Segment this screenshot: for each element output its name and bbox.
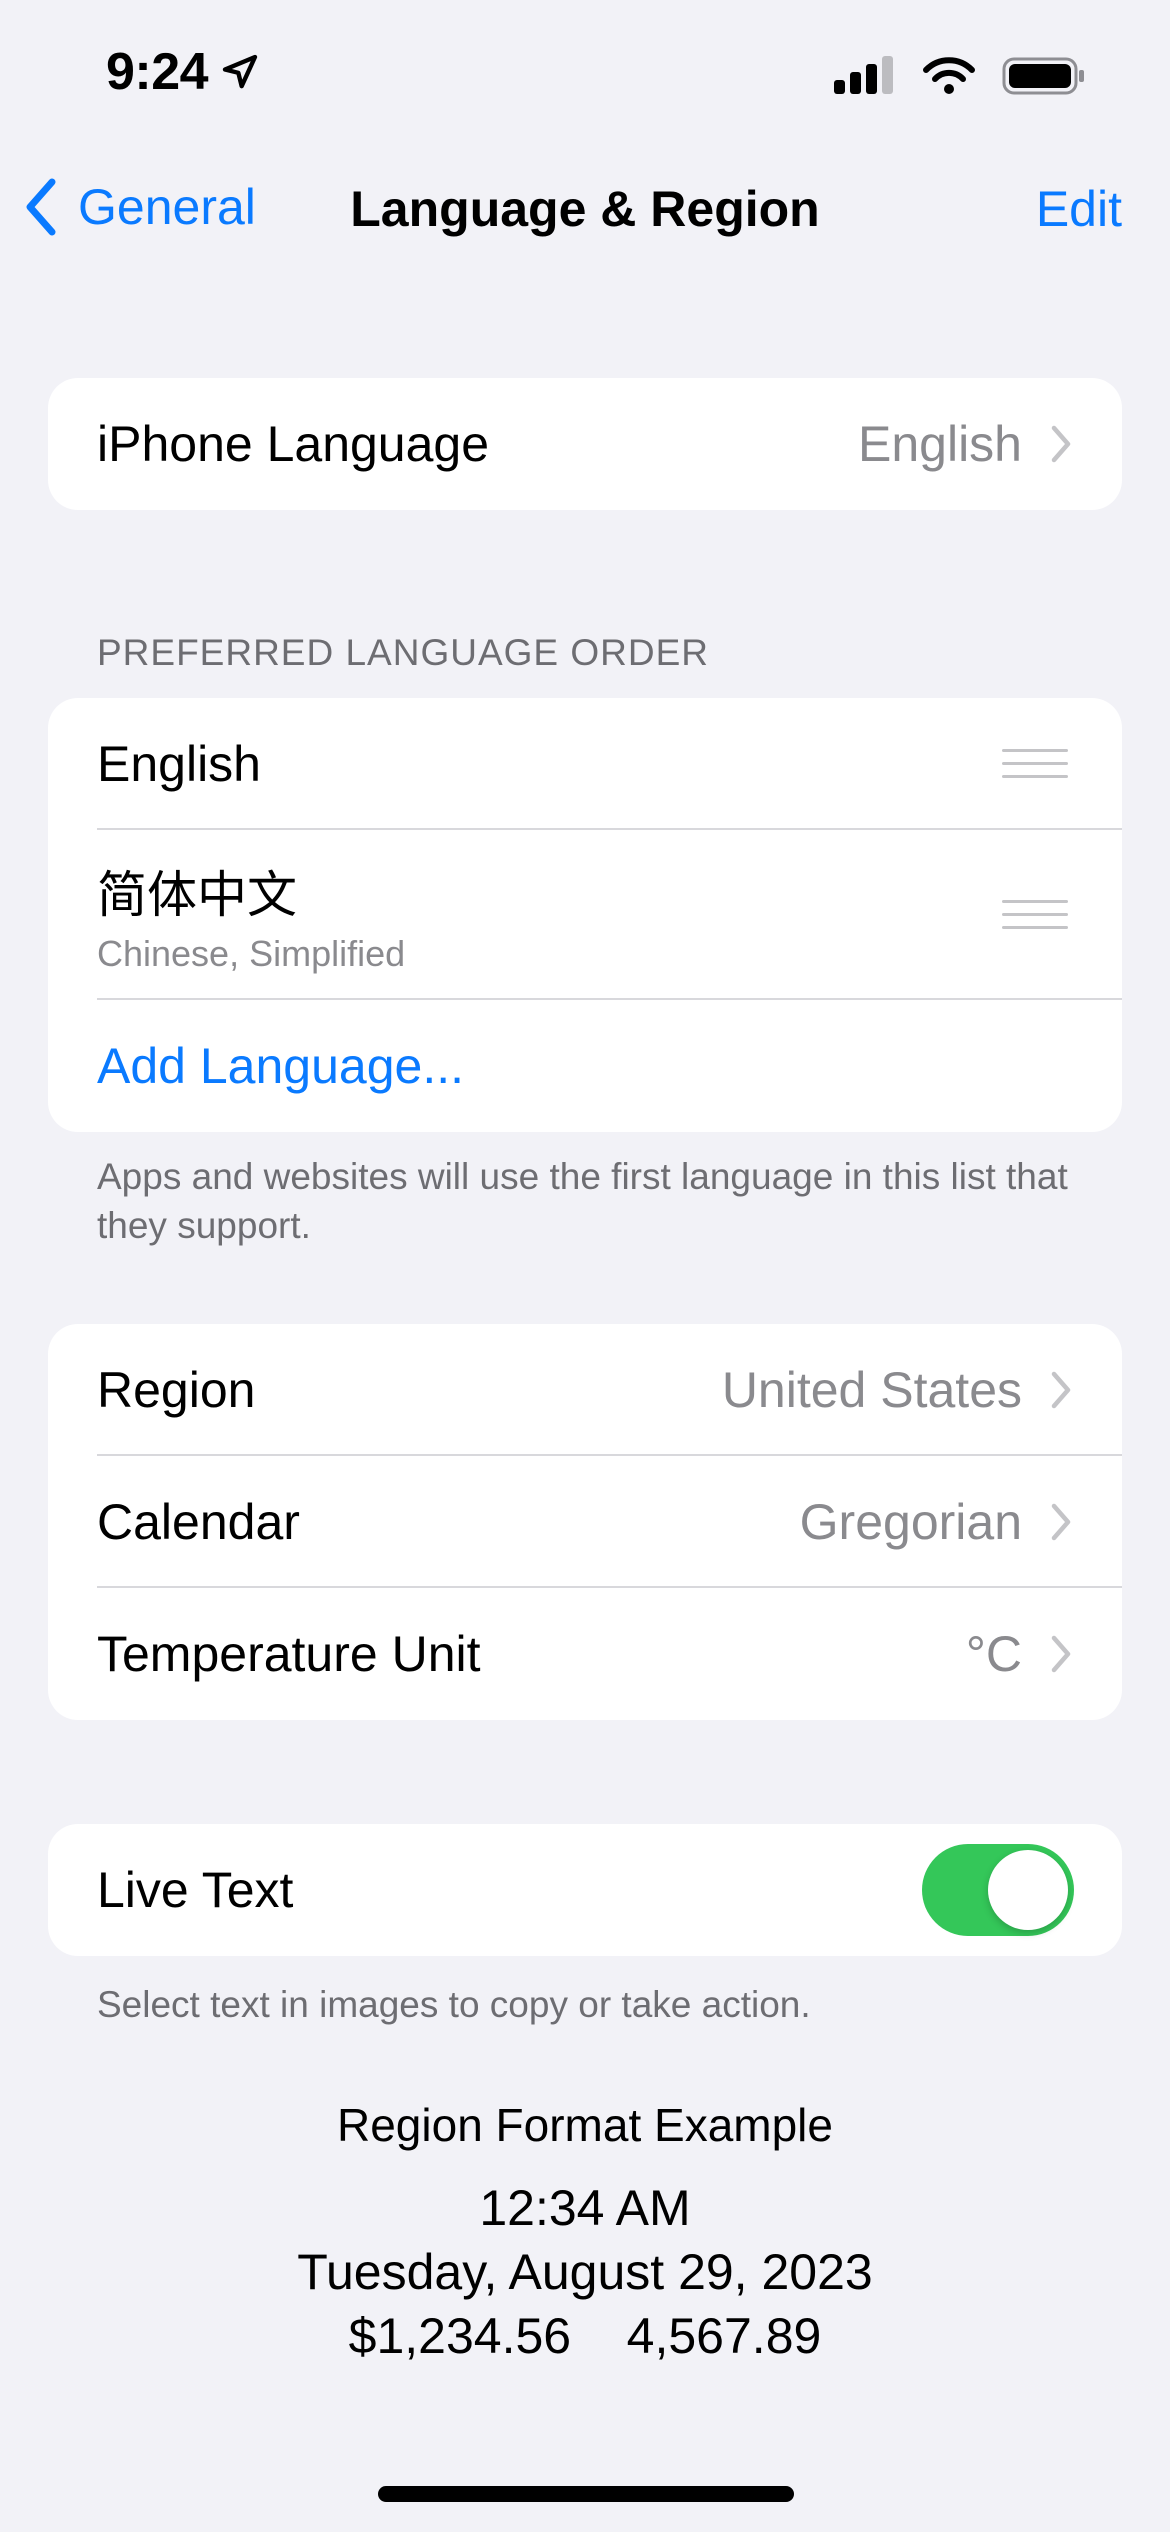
- region-format-title: Region Format Example: [337, 2099, 833, 2151]
- home-indicator[interactable]: [378, 2486, 794, 2502]
- calendar-label: Calendar: [97, 1494, 300, 1550]
- location-arrow-icon: [220, 52, 260, 92]
- drag-handle-icon[interactable]: [1002, 747, 1068, 781]
- edit-button[interactable]: Edit: [1036, 180, 1122, 238]
- iphone-language-value: English: [858, 416, 1022, 472]
- example-numbers: $1,234.56 4,567.89: [348, 2308, 822, 2364]
- iphone-language-group: iPhone Language English: [48, 378, 1122, 510]
- region-row[interactable]: Region United States: [48, 1324, 1122, 1456]
- toggle-knob: [988, 1850, 1068, 1930]
- preferred-language-group: English 简体中文 Chinese, Simplified Add Lan…: [48, 698, 1122, 1132]
- preferred-language-footnote: Apps and websites will use the first lan…: [97, 1156, 1068, 1246]
- region-format-example: Region Format Example 12:34 AM Tuesday, …: [0, 2098, 1170, 2368]
- chevron-right-icon: [1050, 1634, 1072, 1674]
- chevron-right-icon: [1050, 424, 1072, 464]
- temperature-unit-value: °C: [965, 1626, 1022, 1682]
- cellular-signal-icon: [834, 56, 896, 101]
- add-language-button[interactable]: Add Language...: [97, 1037, 1072, 1095]
- navigation-bar: General Language & Region Edit: [0, 160, 1170, 270]
- language-entry: 简体中文 Chinese, Simplified: [97, 855, 1002, 975]
- language-subtitle: Chinese, Simplified: [97, 933, 406, 974]
- region-value: United States: [721, 1362, 1022, 1418]
- calendar-value: Gregorian: [799, 1494, 1022, 1550]
- calendar-row[interactable]: Calendar Gregorian: [48, 1456, 1122, 1588]
- example-time: 12:34 AM: [479, 2180, 691, 2236]
- live-text-row: Live Text: [48, 1824, 1122, 1956]
- chevron-right-icon: [1050, 1502, 1072, 1542]
- status-time: 9:24: [106, 42, 260, 102]
- region-settings-group: Region United States Calendar Gregorian …: [48, 1324, 1122, 1720]
- live-text-footnote: Select text in images to copy or take ac…: [97, 1984, 811, 2025]
- example-date: Tuesday, August 29, 2023: [297, 2244, 873, 2300]
- region-label: Region: [97, 1362, 256, 1418]
- language-row-chinese[interactable]: 简体中文 Chinese, Simplified: [48, 830, 1122, 1000]
- language-name: 简体中文: [97, 867, 297, 923]
- add-language-row[interactable]: Add Language...: [48, 1000, 1122, 1132]
- temperature-unit-label: Temperature Unit: [97, 1626, 481, 1682]
- live-text-label: Live Text: [97, 1862, 294, 1918]
- drag-handle-icon[interactable]: [1002, 898, 1068, 932]
- language-name: English: [97, 736, 261, 792]
- status-bar: 9:24: [0, 0, 1170, 150]
- wifi-icon: [922, 56, 976, 101]
- iphone-language-row[interactable]: iPhone Language English: [48, 378, 1122, 510]
- page-title: Language & Region: [350, 181, 820, 237]
- temperature-unit-row[interactable]: Temperature Unit °C: [48, 1588, 1122, 1720]
- status-icons: [834, 56, 1086, 101]
- iphone-language-label: iPhone Language: [97, 416, 490, 472]
- live-text-toggle[interactable]: [922, 1844, 1074, 1936]
- language-row-english[interactable]: English: [48, 698, 1122, 830]
- live-text-group: Live Text: [48, 1824, 1122, 1956]
- battery-icon: [1002, 56, 1086, 101]
- chevron-right-icon: [1050, 1370, 1072, 1410]
- preferred-language-header: PREFERRED LANGUAGE ORDER: [97, 632, 709, 673]
- status-time-text: 9:24: [106, 43, 209, 101]
